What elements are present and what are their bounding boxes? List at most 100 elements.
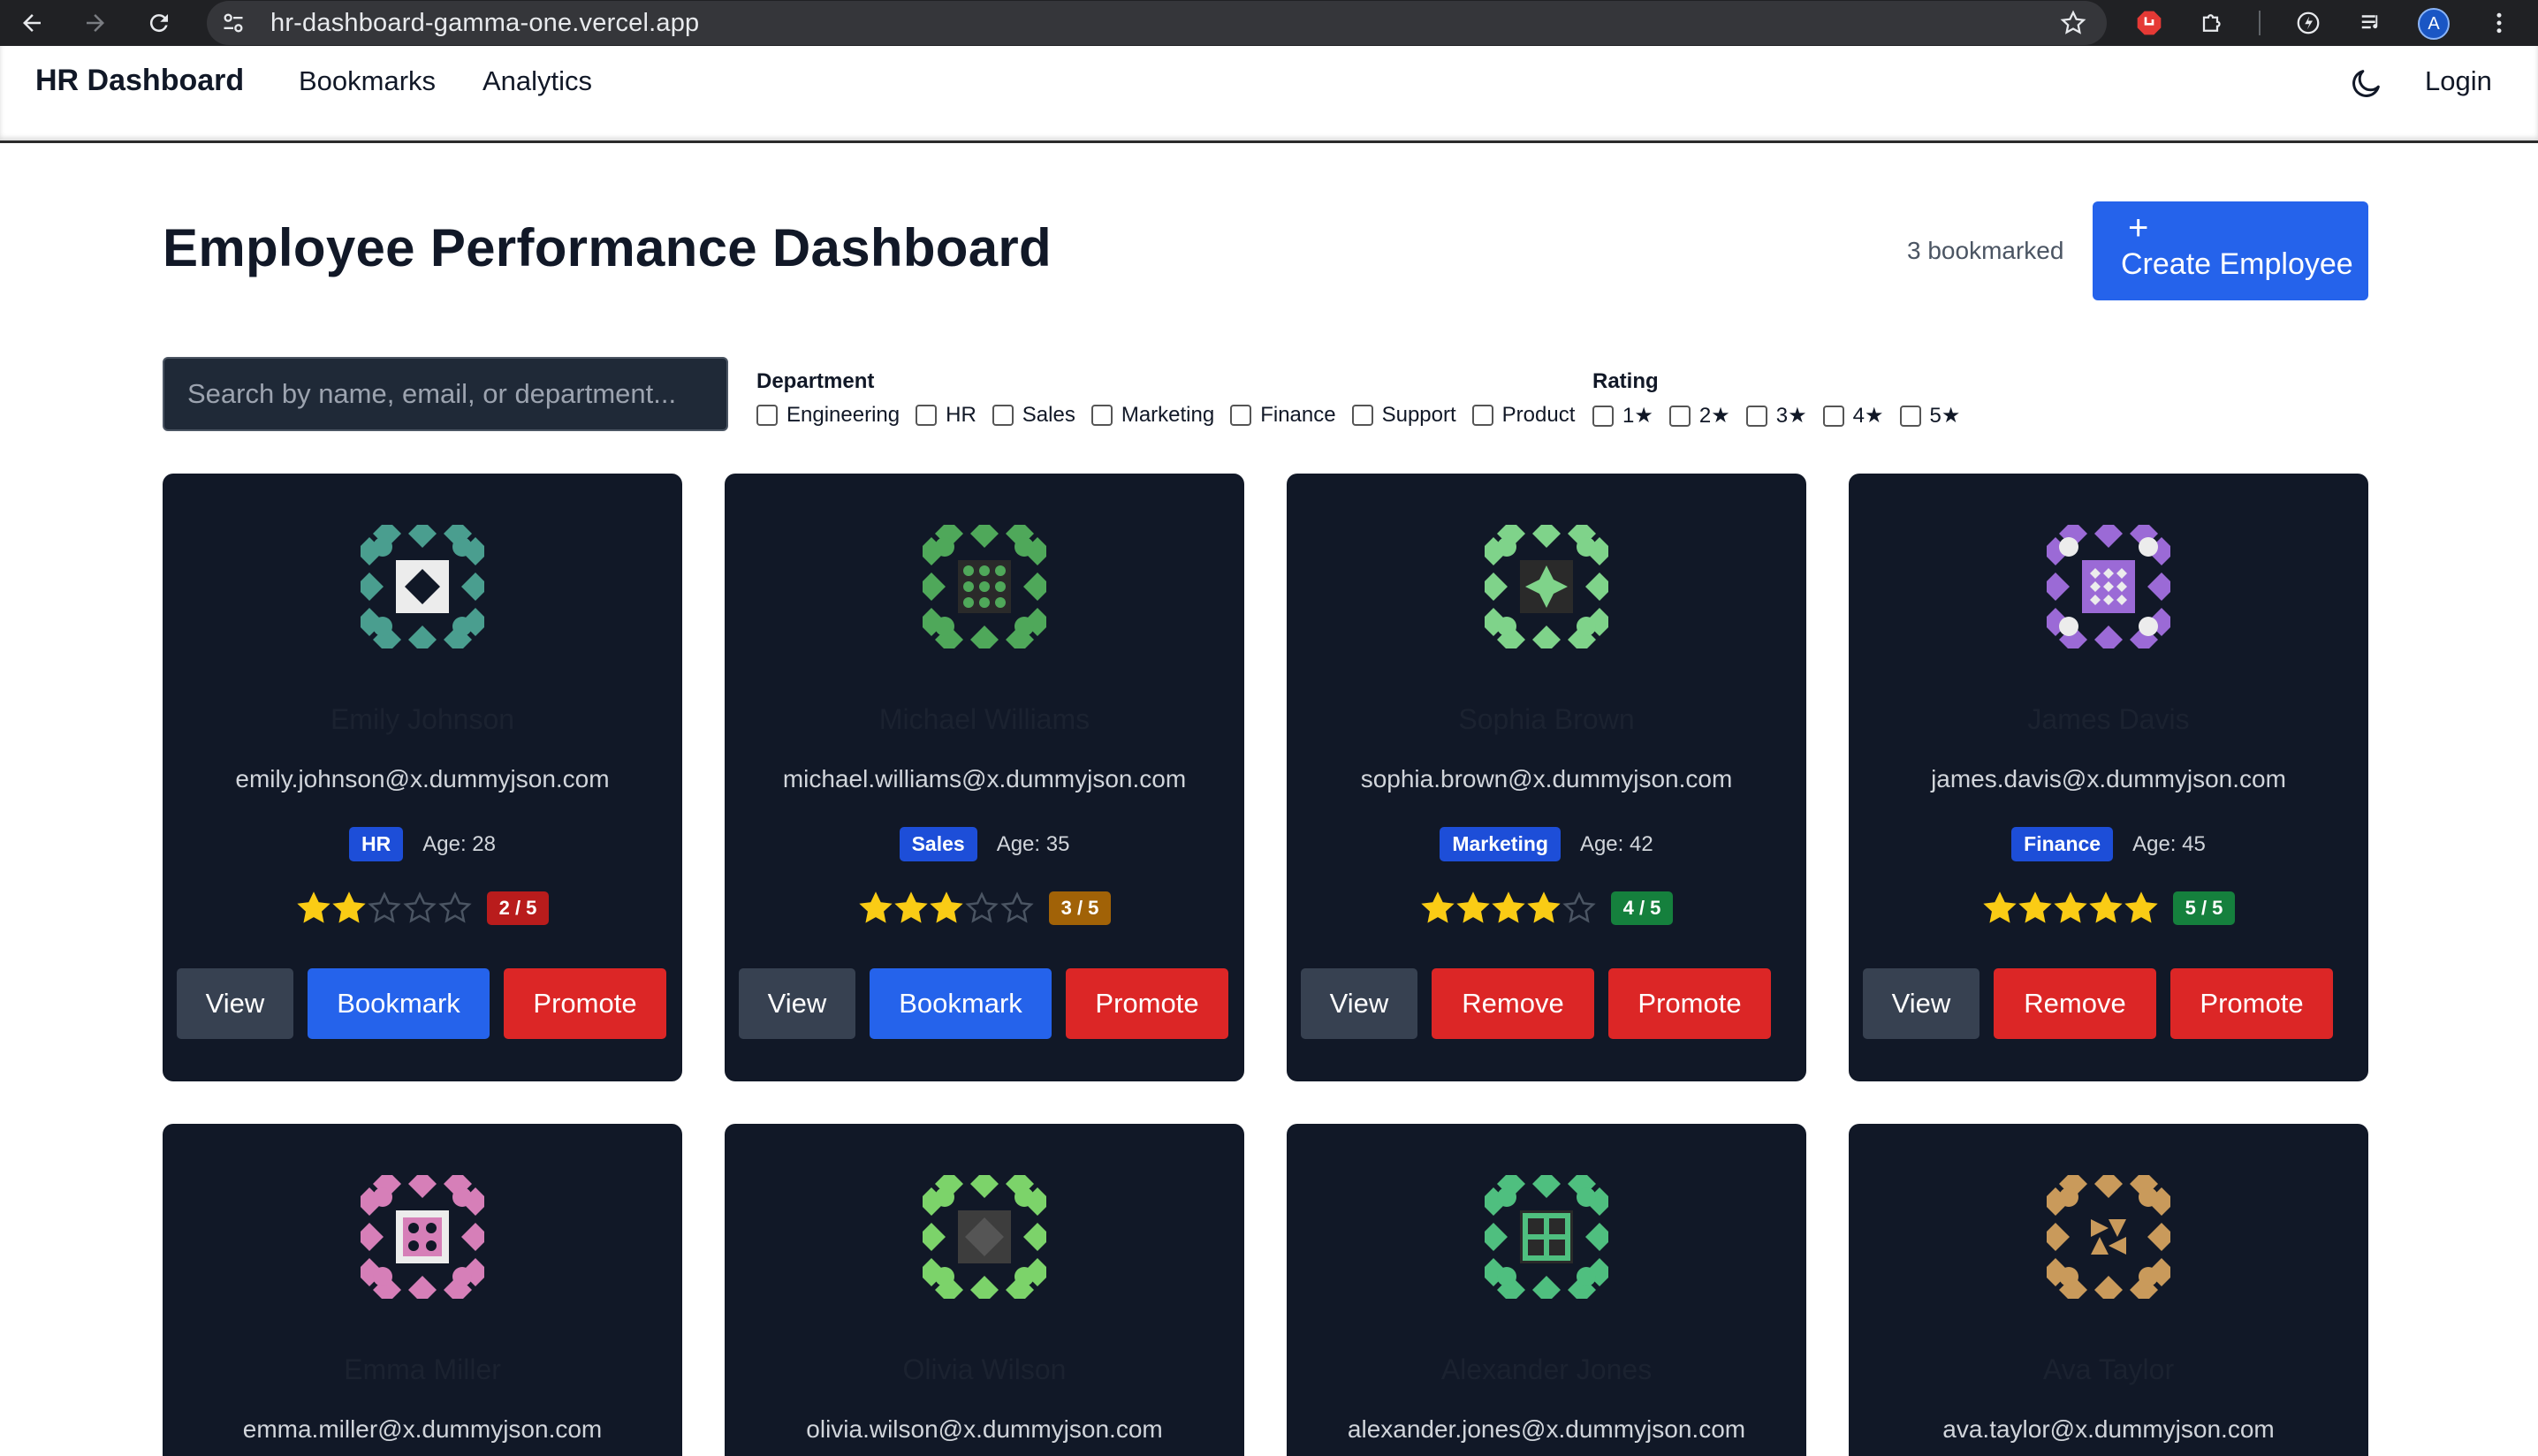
- view-button[interactable]: View: [1863, 968, 1979, 1039]
- rating-badge: 3 / 5: [1048, 891, 1112, 925]
- rating-checkbox-4[interactable]: 4★: [1822, 403, 1884, 428]
- star-empty-icon: [964, 891, 999, 923]
- forward-arrow-icon[interactable]: [78, 5, 113, 41]
- create-employee-button[interactable]: + Create Employee: [2093, 201, 2368, 300]
- view-button[interactable]: View: [739, 968, 855, 1039]
- address-bar[interactable]: hr-dashboard-gamma-one.vercel.app: [207, 1, 2107, 45]
- star-filled-icon: [1526, 891, 1561, 923]
- employee-email: james.davis@x.dummyjson.com: [1931, 765, 2286, 792]
- department-checkbox-hr[interactable]: HR: [916, 403, 976, 428]
- identicon-avatar: [2047, 1175, 2170, 1299]
- rating-checkbox-1[interactable]: 1★: [1592, 403, 1653, 428]
- employee-age: Age: 28: [422, 831, 496, 856]
- checkbox-box[interactable]: [916, 405, 938, 426]
- department-badge: HR: [349, 827, 404, 861]
- url-text[interactable]: hr-dashboard-gamma-one.vercel.app: [270, 1, 699, 45]
- identicon-avatar: [2047, 525, 2170, 648]
- site-settings-icon[interactable]: [219, 9, 247, 37]
- rating-checkbox-3[interactable]: 3★: [1745, 403, 1807, 428]
- employee-name: Olivia Wilson: [902, 1354, 1067, 1385]
- checkbox-box[interactable]: [1230, 405, 1252, 426]
- checkbox-box[interactable]: [1351, 405, 1373, 426]
- employee-email: emma.miller@x.dummyjson.com: [242, 1415, 603, 1443]
- identicon-avatar: [361, 1175, 484, 1299]
- moon-icon[interactable]: [2347, 64, 2386, 102]
- employee-email: emily.johnson@x.dummyjson.com: [235, 765, 610, 792]
- star-filled-icon: [2053, 891, 2087, 923]
- reload-icon[interactable]: [141, 5, 177, 41]
- star-filled-icon: [893, 891, 928, 923]
- checkbox-box[interactable]: [1090, 405, 1113, 426]
- department-checkbox-sales[interactable]: Sales: [992, 403, 1075, 428]
- promote-button[interactable]: Promote: [504, 968, 666, 1039]
- rating-badge: 4 / 5: [1610, 891, 1674, 925]
- department-checkbox-product[interactable]: Product: [1471, 403, 1575, 428]
- checkbox-box[interactable]: [1745, 405, 1767, 427]
- department-badge: Sales: [899, 827, 977, 861]
- promote-button[interactable]: Promote: [2170, 968, 2333, 1039]
- media-queue-icon[interactable]: [2354, 5, 2390, 41]
- department-checkbox-support[interactable]: Support: [1351, 403, 1456, 428]
- employee-card: Emma Miller emma.miller@x.dummyjson.com: [163, 1124, 682, 1456]
- bookmark-button[interactable]: Bookmark: [870, 968, 1052, 1039]
- chrome-menu-icon[interactable]: [2481, 5, 2517, 41]
- checkbox-box[interactable]: [1471, 405, 1493, 426]
- department-checkbox-engineering[interactable]: Engineering: [756, 403, 900, 428]
- star-filled-icon: [1420, 891, 1455, 923]
- adblock-extension-icon[interactable]: [2131, 5, 2167, 41]
- employee-age: Age: 45: [2132, 831, 2206, 856]
- checkbox-box[interactable]: [992, 405, 1014, 426]
- remove-bookmark-button[interactable]: Remove: [1994, 968, 2156, 1039]
- nav-link-bookmarks[interactable]: Bookmarks: [299, 65, 436, 97]
- employee-name: Sophia Brown: [1458, 703, 1635, 735]
- bookmark-button[interactable]: Bookmark: [308, 968, 490, 1039]
- checkbox-box[interactable]: [1822, 405, 1844, 427]
- extensions-puzzle-icon[interactable]: [2195, 5, 2230, 41]
- view-button[interactable]: View: [177, 968, 293, 1039]
- promote-button[interactable]: Promote: [1608, 968, 1771, 1039]
- star-filled-icon: [1491, 891, 1525, 923]
- star-filled-icon: [1455, 891, 1490, 923]
- nav-link-analytics[interactable]: Analytics: [483, 65, 592, 97]
- view-button[interactable]: View: [1301, 968, 1417, 1039]
- checkbox-box[interactable]: [1592, 405, 1614, 427]
- checkbox-box[interactable]: [756, 405, 778, 426]
- browser-toolbar: hr-dashboard-gamma-one.vercel.app A: [0, 0, 2538, 46]
- identicon-avatar: [361, 525, 484, 648]
- remove-bookmark-button[interactable]: Remove: [1432, 968, 1594, 1039]
- login-link[interactable]: Login: [2425, 65, 2492, 97]
- star-filled-icon: [296, 891, 331, 923]
- rating-badge: 2 / 5: [486, 891, 550, 925]
- employee-card: Alexander Jones alexander.jones@x.dummyj…: [1287, 1124, 1806, 1456]
- star-rating: [858, 891, 1035, 926]
- star-filled-icon: [929, 891, 963, 923]
- department-checkbox-marketing[interactable]: Marketing: [1090, 403, 1214, 428]
- rating-checkbox-5[interactable]: 5★: [1899, 403, 1960, 428]
- checkbox-box[interactable]: [1668, 405, 1691, 427]
- employee-email: ava.taylor@x.dummyjson.com: [1942, 1415, 2275, 1443]
- identicon-avatar: [1485, 525, 1608, 648]
- brand-logo-text[interactable]: HR Dashboard: [35, 64, 244, 98]
- identicon-avatar: [1485, 1175, 1608, 1299]
- bookmark-star-icon[interactable]: [2057, 7, 2089, 39]
- employee-email: olivia.wilson@x.dummyjson.com: [806, 1415, 1163, 1443]
- employee-name: Michael Williams: [878, 703, 1090, 735]
- department-badge: Finance: [2011, 827, 2114, 861]
- checkbox-box[interactable]: [1899, 405, 1921, 427]
- star-empty-icon: [367, 891, 401, 923]
- search-input[interactable]: [163, 357, 728, 431]
- star-filled-icon: [2088, 891, 2123, 923]
- identicon-avatar: [923, 525, 1046, 648]
- star-rating: [1420, 891, 1597, 926]
- profile-avatar[interactable]: A: [2418, 8, 2450, 40]
- employee-email: alexander.jones@x.dummyjson.com: [1347, 1415, 1746, 1443]
- performance-icon[interactable]: [2291, 5, 2326, 41]
- rating-checkbox-2[interactable]: 2★: [1668, 403, 1730, 428]
- promote-button[interactable]: Promote: [1066, 968, 1228, 1039]
- employee-name: James Davis: [2027, 703, 2190, 735]
- department-checkbox-finance[interactable]: Finance: [1230, 403, 1336, 428]
- employee-card: Sophia Brown sophia.brown@x.dummyjson.co…: [1287, 474, 1806, 1081]
- rating-filter-group: 1★ 2★ 3★ 4★ 5★: [1592, 403, 1976, 428]
- employee-name: Ava Taylor: [2042, 1354, 2175, 1385]
- back-arrow-icon[interactable]: [14, 5, 49, 41]
